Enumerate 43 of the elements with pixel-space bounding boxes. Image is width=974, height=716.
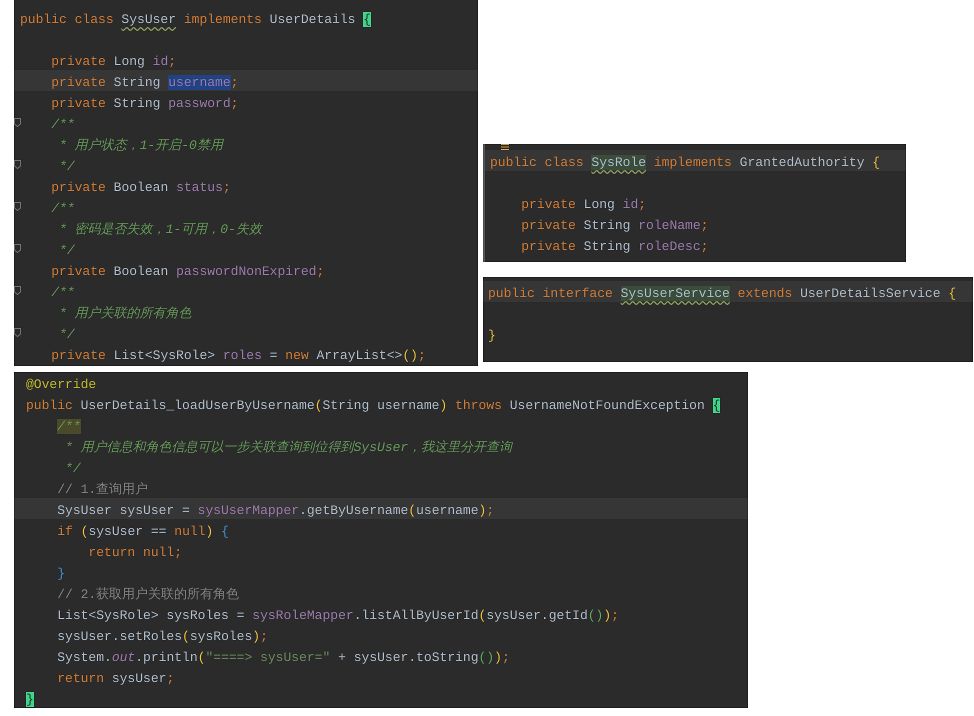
code-line: List<SysRole> sysRoles = sysRoleMapper.listAllByUserId(sysUser.getId()); [56,607,619,625]
fold-marker-icon[interactable] [14,202,21,211]
code-line: } [488,327,496,345]
code-line: /** [50,200,75,218]
code-line: */ [58,158,75,176]
fold-marker-icon[interactable] [14,244,21,253]
fold-marker-icon[interactable] [14,118,21,127]
code-line: public interface SysUserService extends UserDetailsService { [488,285,956,303]
fold-marker-icon[interactable] [14,286,21,295]
code-line: private String password; [50,95,238,113]
code-line: public class SysRole implements GrantedAuthority { [490,154,880,172]
code-line: // 1.查询用户 [56,481,148,499]
code-line: */ [58,242,75,260]
code-line: private Boolean passwordNonExpired; [50,263,324,281]
lines-icon [501,144,509,150]
fold-marker-icon[interactable] [14,160,21,169]
code-line: private List<SysRole> roles = new ArrayList<>(); [50,347,426,365]
fold-marker-icon[interactable] [14,328,21,337]
code-line: public UserDetails_loadUserByUsername(String username) throws UsernameNotFoundException { [26,397,720,415]
code-line: // 2.获取用户关联的所有角色 [56,586,240,604]
code-line: System.out.println("====> sysUser=" + sysUser.toString()); [56,649,510,667]
code-line: @Override [26,376,96,394]
code-line: private Boolean status; [50,179,231,197]
code-line: public class SysUser implements UserDetails { [20,11,372,29]
code-line: private String username; [50,74,238,92]
code-line: */ [58,326,75,344]
code-line: if (sysUser == null) { [56,523,229,541]
code-line: private String roleDesc; [520,238,708,256]
code-line: */ [64,460,81,478]
code-line: /** [50,116,75,134]
code-line: private Long id; [50,53,176,71]
code-line: sysUser.setRoles(sysRoles); [56,628,268,646]
code-line: private Long id; [520,196,646,214]
code-line: return sysUser; [56,670,174,688]
code-line: * 用户关联的所有角色 [58,305,192,323]
code-line: return null; [87,544,182,562]
code-line: SysUser sysUser = sysUserMapper.getByUsername(username); [56,502,494,520]
code-line: * 用户信息和角色信息可以一步关联查询到位得到SysUser，我这里分开查询 [64,439,512,457]
code-line: /** [50,284,75,302]
code-line: * 密码是否失效，1-可用，0-失效 [58,221,262,239]
code-line: private String roleName; [520,217,708,235]
code-line: } [56,565,66,583]
code-line: * 用户状态，1-开启-0禁用 [58,137,223,155]
